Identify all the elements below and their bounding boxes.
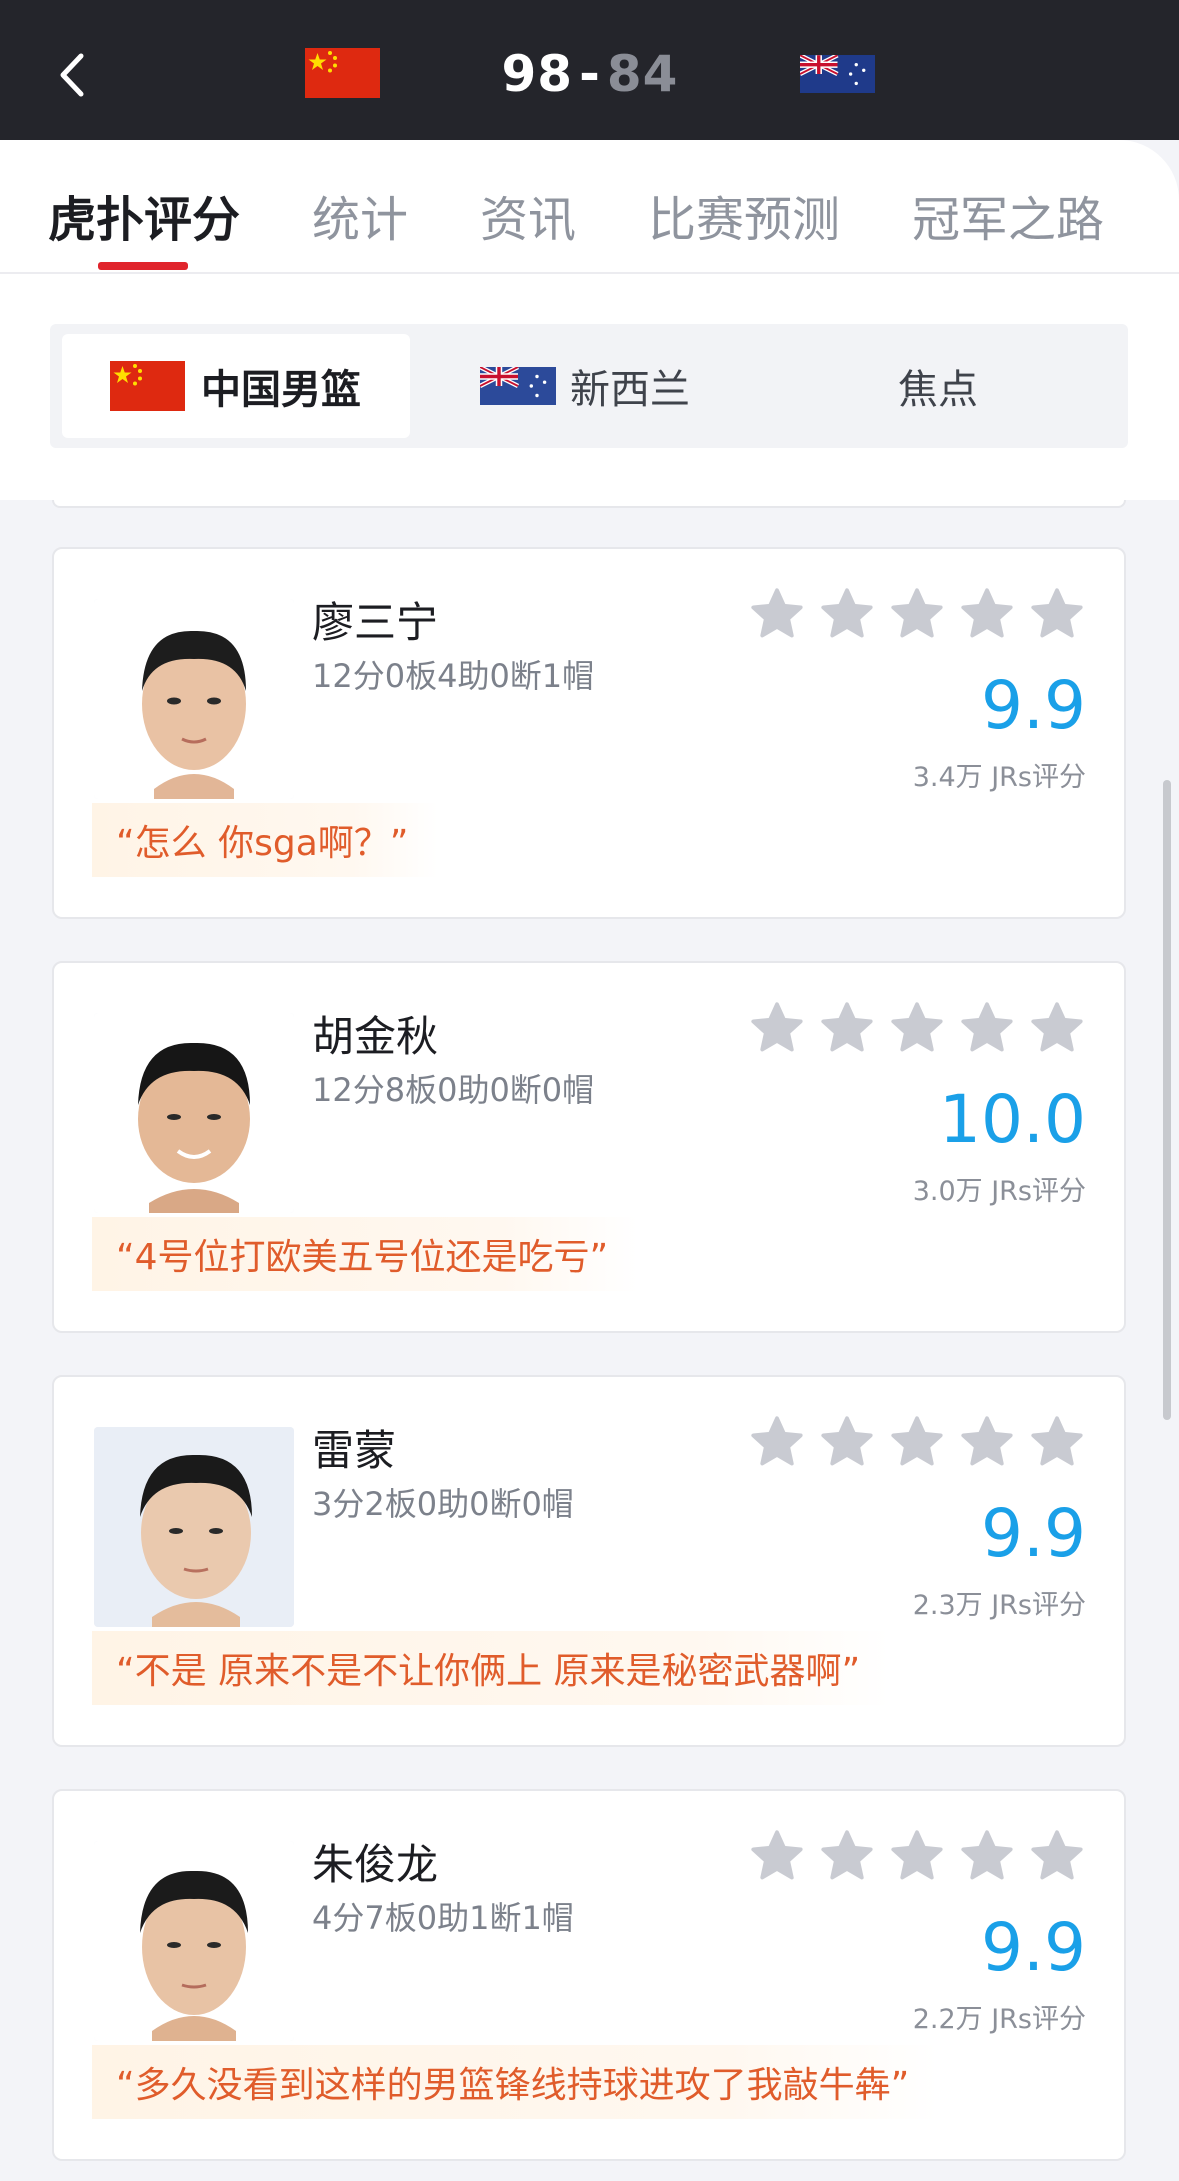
home-score: 98 <box>501 45 574 103</box>
player-rating-score: 9.9 <box>981 1495 1086 1572</box>
player-stat-line: 12分0板4助0断1帽 <box>312 657 595 695</box>
new-zealand-flag-icon <box>480 367 556 405</box>
star-icon <box>961 1830 1013 1880</box>
china-flag-icon <box>305 48 380 98</box>
player-rating-score: 9.9 <box>981 667 1086 744</box>
team-switch: 中国男篮 新西兰 焦点 <box>50 324 1128 448</box>
back-button[interactable] <box>52 50 92 100</box>
player-card[interactable]: 朱俊龙 4分7板0助1断1帽 9.9 2.2万 JRs评分 “多久没看到这样的男… <box>52 1789 1126 2161</box>
player-rating-score: 9.9 <box>981 1909 1086 1986</box>
team-tab-new-zealand[interactable]: 新西兰 <box>480 334 690 438</box>
new-zealand-flag-icon <box>800 55 875 93</box>
star-icon <box>1031 1002 1083 1052</box>
tab-prediction[interactable]: 比赛预测 <box>648 180 840 250</box>
player-avatar <box>94 599 294 799</box>
player-name: 廖三宁 <box>312 598 439 647</box>
score-separator: - <box>579 45 601 103</box>
player-stat-line: 12分8板0助0断0帽 <box>312 1071 595 1109</box>
star-icon <box>751 1416 803 1466</box>
player-rating-list: 廖三宁 12分0板4助0断1帽 9.9 3.4万 JRs评分 “怎么 你sga啊… <box>0 500 1179 2181</box>
top-comment[interactable]: “怎么 你sga啊？” <box>92 803 439 877</box>
star-icon <box>821 1416 873 1466</box>
tab-news[interactable]: 资讯 <box>480 180 576 250</box>
player-stat-line: 3分2板0助0断0帽 <box>312 1485 574 1523</box>
tabs-divider <box>0 272 1179 274</box>
player-avatar <box>94 1013 294 1213</box>
main-tabs: 虎扑评分 统计 资讯 比赛预测 冠军之路 <box>0 180 1179 260</box>
team-tab-focus-label: 焦点 <box>898 367 978 413</box>
star-icon <box>821 1002 873 1052</box>
player-rating-score: 10.0 <box>939 1081 1086 1158</box>
player-avatar <box>94 1427 294 1627</box>
player-name: 雷蒙 <box>312 1426 397 1475</box>
player-name: 胡金秋 <box>312 1012 439 1061</box>
scrollbar-thumb[interactable] <box>1163 780 1171 1420</box>
away-score: 84 <box>606 45 679 103</box>
star-rating[interactable] <box>748 1413 1086 1477</box>
previous-card-edge <box>52 500 1126 508</box>
star-icon <box>891 1830 943 1880</box>
player-photo-icon <box>94 1013 294 1213</box>
match-score: 98-84 <box>460 45 720 103</box>
top-comment[interactable]: “4号位打欧美五号位还是吃亏” <box>92 1217 639 1291</box>
china-flag-icon <box>110 361 185 411</box>
star-icon <box>1031 1830 1083 1880</box>
star-icon <box>891 588 943 638</box>
star-icon <box>751 1830 803 1880</box>
player-photo-icon <box>94 1841 294 2041</box>
rating-vote-count: 2.2万 JRs评分 <box>912 2004 1086 2035</box>
player-avatar <box>94 1841 294 2041</box>
star-icon <box>1031 1416 1083 1466</box>
star-icon <box>891 1416 943 1466</box>
team-tab-new-zealand-label: 新西兰 <box>570 367 690 413</box>
star-icon <box>961 588 1013 638</box>
team-tab-focus[interactable]: 焦点 <box>898 334 978 438</box>
player-card[interactable]: 廖三宁 12分0板4助0断1帽 9.9 3.4万 JRs评分 “怎么 你sga啊… <box>52 547 1126 919</box>
player-name: 朱俊龙 <box>312 1840 439 1889</box>
player-photo-icon <box>94 599 294 799</box>
player-card[interactable]: 雷蒙 3分2板0助0断0帽 9.9 2.3万 JRs评分 “不是 原来不是不让你… <box>52 1375 1126 1747</box>
chevron-left-icon <box>60 53 84 97</box>
star-rating[interactable] <box>748 1827 1086 1891</box>
star-icon <box>961 1002 1013 1052</box>
team-tab-china-label: 中国男篮 <box>201 367 361 413</box>
star-icon <box>891 1002 943 1052</box>
top-comment[interactable]: “多久没看到这样的男篮锋线持球进攻了我敲牛犇” <box>92 2045 940 2119</box>
star-icon <box>751 1002 803 1052</box>
rating-vote-count: 2.3万 JRs评分 <box>912 1590 1086 1621</box>
active-tab-indicator <box>98 262 188 270</box>
top-comment[interactable]: “不是 原来不是不让你俩上 原来是秘密武器啊” <box>92 1631 891 1705</box>
star-rating[interactable] <box>748 999 1086 1063</box>
rating-vote-count: 3.0万 JRs评分 <box>912 1176 1086 1207</box>
tab-stats[interactable]: 统计 <box>312 180 408 250</box>
player-card[interactable]: 胡金秋 12分8板0助0断0帽 10.0 3.0万 JRs评分 “4号位打欧美五… <box>52 961 1126 1333</box>
rating-vote-count: 3.4万 JRs评分 <box>912 762 1086 793</box>
team-tab-china[interactable]: 中国男篮 <box>62 334 410 438</box>
match-header: 98-84 <box>0 0 1179 140</box>
star-rating[interactable] <box>748 585 1086 649</box>
player-stat-line: 4分7板0助1断1帽 <box>312 1899 574 1937</box>
star-icon <box>1031 588 1083 638</box>
star-icon <box>751 588 803 638</box>
star-icon <box>821 588 873 638</box>
tabs-panel: 虎扑评分 统计 资讯 比赛预测 冠军之路 中国男篮 新西兰 焦点 <box>0 140 1179 500</box>
player-photo-icon <box>94 1427 294 1627</box>
star-icon <box>961 1416 1013 1466</box>
star-icon <box>821 1830 873 1880</box>
tab-championship-road[interactable]: 冠军之路 <box>912 180 1104 250</box>
tab-hupu-rating[interactable]: 虎扑评分 <box>48 180 240 250</box>
